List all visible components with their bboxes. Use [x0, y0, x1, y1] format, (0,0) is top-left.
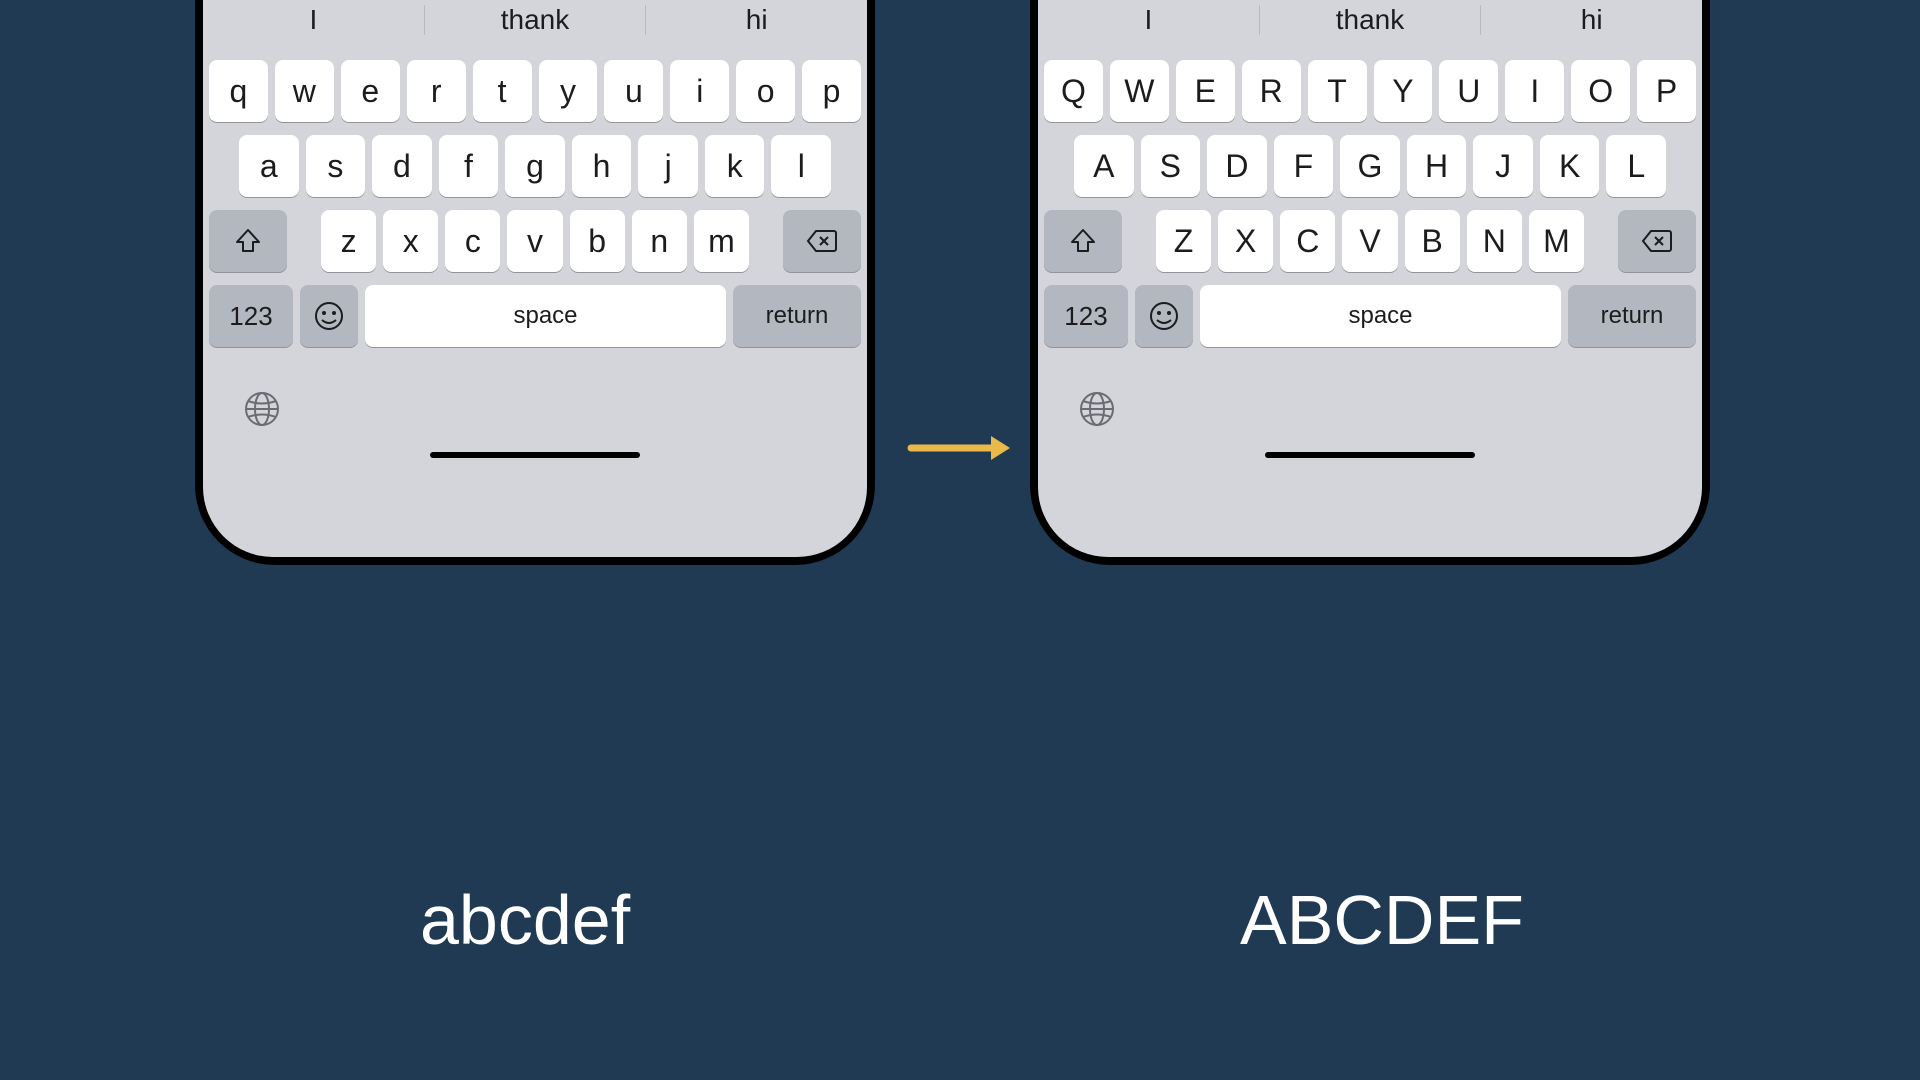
caption-lowercase: abcdef: [420, 880, 630, 960]
arrow-right-icon: [906, 428, 1016, 468]
key-h[interactable]: h: [572, 135, 632, 197]
space-key[interactable]: space: [365, 285, 726, 347]
key-p[interactable]: P: [1637, 60, 1696, 122]
shift-key[interactable]: [209, 210, 287, 272]
prediction-1[interactable]: I: [203, 4, 424, 36]
prediction-2[interactable]: thank: [425, 4, 646, 36]
numbers-key[interactable]: 123: [209, 285, 293, 347]
key-o[interactable]: O: [1571, 60, 1630, 122]
keyboard: q w e r t y u i o p a s d f g h j k l z …: [203, 50, 867, 372]
globe-icon[interactable]: [243, 390, 281, 428]
key-a[interactable]: A: [1074, 135, 1134, 197]
key-u[interactable]: U: [1439, 60, 1498, 122]
key-k[interactable]: k: [705, 135, 765, 197]
key-z[interactable]: Z: [1156, 210, 1211, 272]
key-x[interactable]: x: [383, 210, 438, 272]
key-l[interactable]: l: [771, 135, 831, 197]
prediction-bar: I thank hi: [1038, 0, 1702, 50]
delete-key[interactable]: [1618, 210, 1696, 272]
key-n[interactable]: n: [632, 210, 687, 272]
bottom-bar: [1038, 372, 1702, 472]
emoji-key[interactable]: [1135, 285, 1193, 347]
globe-icon[interactable]: [1078, 390, 1116, 428]
key-j[interactable]: j: [638, 135, 698, 197]
key-q[interactable]: Q: [1044, 60, 1103, 122]
key-k[interactable]: K: [1540, 135, 1600, 197]
key-g[interactable]: G: [1340, 135, 1400, 197]
prediction-3[interactable]: hi: [646, 4, 867, 36]
key-i[interactable]: i: [670, 60, 729, 122]
key-d[interactable]: d: [372, 135, 432, 197]
return-key[interactable]: return: [1568, 285, 1696, 347]
key-e[interactable]: e: [341, 60, 400, 122]
home-indicator[interactable]: [1265, 452, 1475, 458]
bottom-bar: [203, 372, 867, 472]
numbers-key[interactable]: 123: [1044, 285, 1128, 347]
key-v[interactable]: V: [1342, 210, 1397, 272]
prediction-3[interactable]: hi: [1481, 4, 1702, 36]
key-a[interactable]: a: [239, 135, 299, 197]
key-f[interactable]: F: [1274, 135, 1334, 197]
key-e[interactable]: E: [1176, 60, 1235, 122]
key-w[interactable]: w: [275, 60, 334, 122]
key-s[interactable]: S: [1141, 135, 1201, 197]
key-g[interactable]: g: [505, 135, 565, 197]
key-n[interactable]: N: [1467, 210, 1522, 272]
key-h[interactable]: H: [1407, 135, 1467, 197]
key-r[interactable]: r: [407, 60, 466, 122]
key-w[interactable]: W: [1110, 60, 1169, 122]
key-q[interactable]: q: [209, 60, 268, 122]
keyboard: Q W E R T Y U I O P A S D F G H J K L Z …: [1038, 50, 1702, 372]
key-v[interactable]: v: [507, 210, 562, 272]
key-j[interactable]: J: [1473, 135, 1533, 197]
key-c[interactable]: c: [445, 210, 500, 272]
shift-key[interactable]: [1044, 210, 1122, 272]
screen: Aa I thank hi q w e r t y u i o p a s d …: [203, 0, 867, 557]
return-key[interactable]: return: [733, 285, 861, 347]
delete-key[interactable]: [783, 210, 861, 272]
key-b[interactable]: b: [570, 210, 625, 272]
screen: Aa I thank hi Q W E R T Y U I O P A S D …: [1038, 0, 1702, 557]
emoji-key[interactable]: [300, 285, 358, 347]
key-z[interactable]: z: [321, 210, 376, 272]
key-s[interactable]: s: [306, 135, 366, 197]
phone-uppercase: Aa I thank hi Q W E R T Y U I O P A S D …: [1030, 0, 1710, 565]
key-m[interactable]: M: [1529, 210, 1584, 272]
key-i[interactable]: I: [1505, 60, 1564, 122]
key-b[interactable]: B: [1405, 210, 1460, 272]
key-t[interactable]: t: [473, 60, 532, 122]
prediction-bar: I thank hi: [203, 0, 867, 50]
phone-lowercase: Aa I thank hi q w e r t y u i o p a s d …: [195, 0, 875, 565]
key-p[interactable]: p: [802, 60, 861, 122]
key-d[interactable]: D: [1207, 135, 1267, 197]
prediction-1[interactable]: I: [1038, 4, 1259, 36]
key-c[interactable]: C: [1280, 210, 1335, 272]
key-f[interactable]: f: [439, 135, 499, 197]
key-y[interactable]: Y: [1374, 60, 1433, 122]
key-r[interactable]: R: [1242, 60, 1301, 122]
caption-uppercase: ABCDEF: [1240, 880, 1524, 960]
key-l[interactable]: L: [1606, 135, 1666, 197]
key-u[interactable]: u: [604, 60, 663, 122]
key-t[interactable]: T: [1308, 60, 1367, 122]
space-key[interactable]: space: [1200, 285, 1561, 347]
key-x[interactable]: X: [1218, 210, 1273, 272]
key-o[interactable]: o: [736, 60, 795, 122]
prediction-2[interactable]: thank: [1260, 4, 1481, 36]
home-indicator[interactable]: [430, 452, 640, 458]
key-m[interactable]: m: [694, 210, 749, 272]
key-y[interactable]: y: [539, 60, 598, 122]
